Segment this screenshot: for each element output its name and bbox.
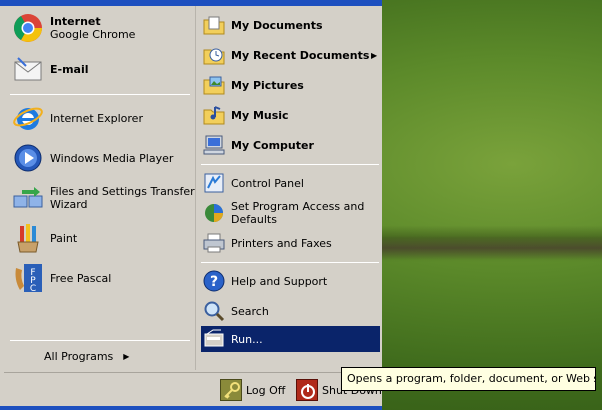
- svg-text:?: ?: [210, 274, 218, 290]
- my-pictures-label: My Pictures: [231, 78, 304, 92]
- pinned-item-internet[interactable]: Internet Google Chrome: [12, 10, 192, 46]
- recent-item-paint[interactable]: Paint: [12, 222, 192, 254]
- my-computer-icon: [203, 134, 225, 156]
- recent-transfer-wizard-line2: Wizard: [50, 198, 88, 211]
- my-documents-icon: [203, 14, 225, 36]
- pinned-item-email[interactable]: E-mail: [12, 52, 192, 86]
- recent-item-internet-explorer[interactable]: Internet Explorer: [12, 102, 192, 134]
- start-menu-bottom-bar: Log Off Shut Down: [4, 372, 382, 406]
- place-item-my-pictures[interactable]: My Pictures: [203, 72, 379, 98]
- search-label: Search: [231, 304, 269, 318]
- pinned-internet-subtitle: Google Chrome: [50, 28, 136, 41]
- search-icon: [203, 300, 225, 322]
- start-menu-right-pane: My Documents My Recent Documents ▶ My Pi…: [197, 6, 382, 370]
- my-computer-label: My Computer: [231, 138, 314, 152]
- my-documents-label: My Documents: [231, 18, 323, 32]
- recent-media-player-label: Windows Media Player: [50, 151, 174, 165]
- all-programs-separator: [10, 340, 190, 341]
- program-access-line2: Defaults: [231, 213, 277, 226]
- my-music-icon: [203, 104, 225, 126]
- free-pascal-icon: F P C: [12, 262, 44, 294]
- control-panel-icon: [203, 172, 225, 194]
- program-access-line1: Set Program Access and: [231, 200, 365, 213]
- chrome-icon: [12, 12, 44, 44]
- run-tooltip: Opens a program, folder, document, or We…: [341, 367, 596, 391]
- setting-item-program-access[interactable]: Set Program Access and Defaults: [203, 198, 379, 228]
- printers-icon: [203, 232, 225, 254]
- start-menu-left-pane: Internet Google Chrome E-mail Internet E…: [4, 6, 196, 370]
- recent-item-media-player[interactable]: Windows Media Player: [12, 142, 192, 174]
- run-icon: [203, 328, 225, 350]
- pinned-email-label: E-mail: [50, 62, 89, 76]
- program-access-icon: [203, 202, 225, 224]
- recent-item-transfer-wizard[interactable]: Files and Settings Transfer Wizard: [12, 182, 196, 214]
- media-player-icon: [12, 142, 44, 174]
- recent-transfer-wizard-line1: Files and Settings Transfer: [50, 185, 195, 198]
- help-label: Help and Support: [231, 274, 328, 288]
- recent-item-free-pascal[interactable]: F P C Free Pascal: [12, 262, 192, 294]
- place-item-my-recent-documents[interactable]: My Recent Documents ▶: [203, 42, 379, 68]
- my-recent-documents-label: My Recent Documents: [231, 48, 370, 62]
- log-off-button[interactable]: Log Off: [220, 379, 285, 401]
- transfer-wizard-icon: [12, 182, 44, 214]
- setting-item-printers[interactable]: Printers and Faxes: [203, 230, 379, 256]
- all-programs-label: All Programs: [44, 349, 114, 363]
- help-icon: ?: [203, 270, 225, 292]
- desktop-hill-shadow: [380, 236, 602, 260]
- submenu-arrow-icon: ▶: [371, 50, 378, 60]
- run-label: Run...: [231, 332, 263, 346]
- settings-separator: [201, 262, 379, 263]
- svg-text:C: C: [30, 284, 36, 294]
- pinned-internet-title: Internet: [50, 15, 101, 28]
- tool-item-run[interactable]: Run...: [201, 326, 380, 352]
- recent-paint-label: Paint: [50, 231, 78, 245]
- control-panel-label: Control Panel: [231, 176, 304, 190]
- place-item-my-music[interactable]: My Music: [203, 102, 379, 128]
- setting-item-control-panel[interactable]: Control Panel: [203, 170, 379, 196]
- place-item-my-computer[interactable]: My Computer: [203, 132, 379, 158]
- my-music-label: My Music: [231, 108, 289, 122]
- power-icon: [296, 379, 318, 401]
- place-item-my-documents[interactable]: My Documents: [203, 12, 379, 38]
- tool-item-help[interactable]: ? Help and Support: [203, 268, 379, 294]
- paint-icon: [12, 222, 44, 254]
- all-programs-button[interactable]: All Programs ▶: [44, 348, 144, 364]
- pinned-separator: [10, 94, 190, 95]
- recent-free-pascal-label: Free Pascal: [50, 271, 112, 285]
- printers-label: Printers and Faxes: [231, 236, 332, 250]
- tool-item-search[interactable]: Search: [203, 298, 379, 324]
- places-separator: [201, 164, 379, 165]
- email-icon: [12, 53, 44, 85]
- start-menu-bottom-strip: [0, 406, 382, 410]
- recent-internet-explorer-label: Internet Explorer: [50, 111, 143, 125]
- all-programs-arrow-icon: ▶: [123, 351, 130, 361]
- my-pictures-icon: [203, 74, 225, 96]
- internet-explorer-icon: [12, 102, 44, 134]
- log-off-label: Log Off: [246, 383, 286, 397]
- my-recent-documents-icon: [203, 44, 225, 66]
- key-icon: [220, 379, 242, 401]
- start-menu: Internet Google Chrome E-mail Internet E…: [0, 0, 382, 410]
